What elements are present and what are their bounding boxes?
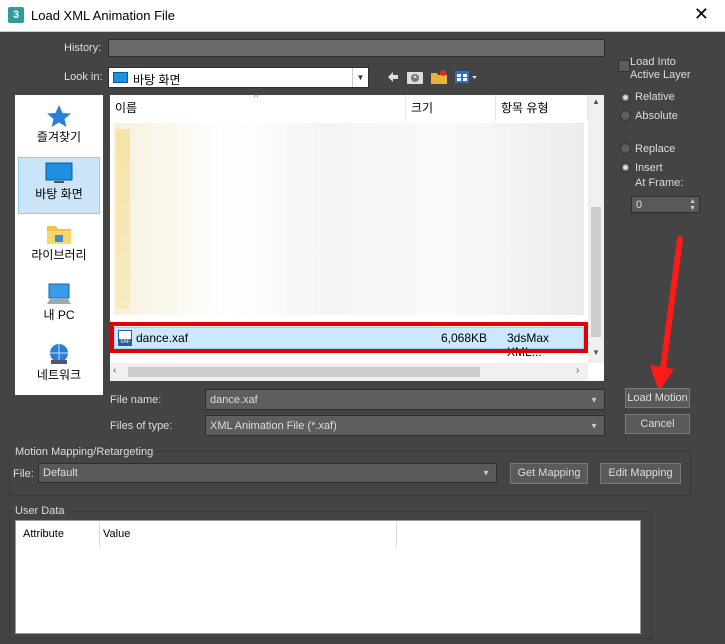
frame-spinner[interactable]: 0 ▲ ▼ [631, 196, 700, 213]
up-folder-icon[interactable] [406, 68, 424, 86]
hscroll-thumb[interactable] [128, 367, 480, 377]
load-into-layer-checkbox[interactable] [618, 60, 630, 72]
network-icon [50, 344, 68, 364]
place-desktop[interactable]: 바탕 화면 [18, 157, 100, 214]
view-menu-icon[interactable] [454, 70, 478, 84]
replace-label: Replace [635, 143, 676, 155]
load-motion-button[interactable]: Load Motion [625, 388, 690, 408]
window-title: Load XML Animation File [31, 8, 176, 23]
app-icon: 3 [8, 7, 24, 23]
mapping-file-dropdown[interactable]: Default ▼ [38, 463, 497, 483]
load-into-layer-label: Load Into Active Layer [630, 56, 691, 81]
desktop-icon [45, 162, 73, 183]
place-favorites[interactable]: 즐겨찾기 [18, 101, 100, 158]
place-this-pc[interactable]: 내 PC [18, 279, 100, 336]
at-frame-label: At Frame: [635, 177, 684, 189]
close-icon[interactable]: ✕ [694, 4, 709, 25]
scroll-left-icon[interactable]: ‹ [113, 365, 116, 376]
desktop-icon [113, 72, 128, 83]
column-size-header[interactable]: 크기 [406, 95, 496, 121]
chevron-down-icon[interactable]: ▼ [590, 421, 598, 430]
file-name-value: dance.xaf [210, 394, 258, 406]
back-arrow-icon[interactable] [386, 70, 400, 84]
place-label: 라이브러리 [31, 248, 87, 262]
insert-label: Insert [635, 162, 663, 174]
place-network[interactable]: 네트워크 [18, 339, 100, 396]
files-of-type-dropdown[interactable]: XML Animation File (*.xaf) ▼ [205, 415, 605, 436]
mapping-file-value: Default [43, 467, 78, 479]
insert-radio[interactable] [620, 162, 631, 173]
scroll-right-icon[interactable]: › [576, 365, 579, 376]
value-column-header[interactable]: Value [100, 521, 397, 547]
attribute-column-header[interactable]: Attribute [16, 521, 100, 547]
red-arrow-icon [650, 236, 683, 392]
library-icon [47, 226, 71, 244]
scroll-thumb[interactable] [591, 207, 601, 337]
history-dropdown[interactable] [108, 39, 605, 57]
spinner-arrows-icon[interactable]: ▲ ▼ [689, 198, 696, 212]
scroll-down-icon[interactable]: ▼ [588, 348, 604, 357]
relative-radio[interactable] [620, 92, 631, 103]
look-in-value: 바탕 화면 [133, 73, 181, 87]
absolute-label: Absolute [635, 110, 678, 122]
look-in-dropdown[interactable]: 바탕 화면 ▼ [108, 67, 369, 88]
place-label: 즐겨찾기 [36, 130, 82, 144]
motion-mapping-title: Motion Mapping/Retargeting [13, 446, 156, 458]
file-list[interactable]: 이름 ^ 크기 항목 유형 XAF dance.xaf 6,068KB 3dsM… [110, 92, 604, 381]
blurred-folder-icon [116, 129, 130, 309]
look-in-label: Look in: [64, 71, 103, 83]
scroll-up-icon[interactable]: ▲ [588, 97, 604, 106]
file-name-label: File name: [110, 394, 162, 406]
chevron-down-icon[interactable]: ▼ [590, 395, 598, 404]
look-in-chevron-icon: ▼ [352, 68, 368, 87]
title-bar: 3 Load XML Animation File ✕ [0, 0, 725, 32]
edit-mapping-button[interactable]: Edit Mapping [600, 463, 681, 484]
files-of-type-label: Files of type: [110, 420, 173, 432]
horizontal-scrollbar[interactable]: ‹ › [110, 363, 588, 381]
pc-icon [47, 283, 71, 304]
absolute-radio[interactable] [620, 110, 631, 121]
file-name-input[interactable]: dance.xaf ▼ [205, 389, 605, 410]
star-icon [47, 105, 71, 127]
frame-value: 0 [636, 199, 643, 211]
get-mapping-button[interactable]: Get Mapping [510, 463, 588, 484]
user-data-table[interactable]: Attribute Value [15, 520, 641, 634]
relative-label: Relative [635, 91, 675, 103]
sort-caret-icon: ^ [254, 92, 259, 102]
column-type-header[interactable]: 항목 유형 [496, 95, 588, 121]
place-label: 내 PC [43, 308, 75, 322]
vertical-scrollbar[interactable]: ▲ ▼ [588, 95, 604, 363]
place-label: 네트워크 [36, 368, 82, 382]
place-libraries[interactable]: 라이브러리 [18, 219, 100, 276]
place-label: 바탕 화면 [35, 187, 83, 201]
history-label: History: [64, 42, 102, 54]
replace-radio[interactable] [620, 143, 631, 154]
chevron-down-icon[interactable]: ▼ [482, 469, 490, 478]
user-data-title: User Data [13, 505, 67, 517]
new-folder-icon[interactable] [430, 68, 448, 86]
mapping-file-label: File: [13, 468, 34, 480]
places-bar: 즐겨찾기 바탕 화면 라이브러리 내 PC 네트워크 [15, 95, 103, 395]
blurred-file-area [114, 123, 584, 315]
highlight-box [110, 322, 588, 353]
files-of-type-value: XML Animation File (*.xaf) [210, 420, 337, 432]
cancel-button[interactable]: Cancel [625, 414, 690, 434]
